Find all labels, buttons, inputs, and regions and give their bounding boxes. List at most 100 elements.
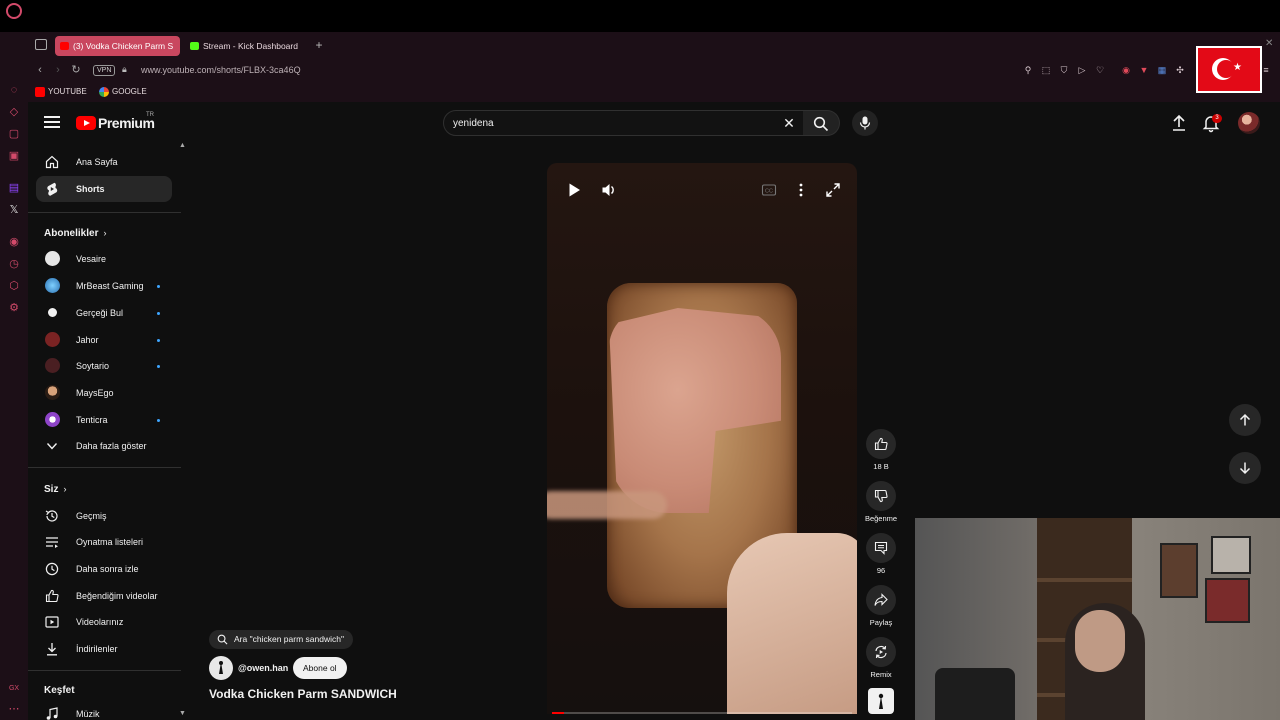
account-avatar[interactable] — [1238, 112, 1260, 134]
history-rail-icon[interactable]: ◷ — [7, 257, 21, 271]
new-content-dot — [157, 365, 160, 368]
play-ext-icon[interactable]: ▷ — [1076, 64, 1088, 76]
scroll-down-icon[interactable]: ▼ — [179, 710, 186, 717]
sidebar-item-label: Videolarınız — [76, 617, 124, 627]
sidebar-item-playlists[interactable]: Oynatma listeleri — [36, 529, 172, 555]
arrow-down-icon — [1239, 462, 1251, 475]
extension-red-icon[interactable]: ◉ — [1120, 64, 1132, 76]
extensions-rail-icon[interactable]: ⬡ — [7, 279, 21, 293]
sidebar-item-label: İndirilenler — [76, 644, 118, 654]
opera-logo-icon[interactable] — [6, 3, 22, 19]
sidebar-channel-maysego[interactable]: MaysEgo — [36, 380, 172, 406]
video-frame-knife-hand — [547, 491, 667, 519]
sidebar-item-downloads[interactable]: İndirilenler — [36, 636, 172, 662]
search-input[interactable] — [453, 116, 773, 131]
search-button[interactable] — [803, 110, 840, 136]
captions-icon[interactable]: CC — [761, 182, 777, 198]
like-button[interactable] — [866, 429, 896, 459]
aria-icon[interactable]: ◌ — [7, 83, 21, 97]
remix-label: Remix — [870, 670, 892, 679]
tab-youtube[interactable]: (3) Vodka Chicken Parm S — [55, 36, 180, 56]
tab-overview-icon[interactable] — [35, 39, 47, 50]
subscriptions-header[interactable]: Abonelikler › — [44, 226, 106, 241]
address-bar: ‹ › ↻ VPN 🔒︎ www.youtube.com/shorts/FLBX… — [28, 58, 1280, 82]
gx-icon[interactable]: GX — [7, 682, 21, 696]
remix-button[interactable] — [866, 637, 896, 667]
dislike-action[interactable]: Beğenme — [865, 481, 897, 524]
star-icon: ★ — [1233, 62, 1242, 73]
extension-pin-icon[interactable]: ▼ — [1138, 64, 1150, 76]
more-options-icon[interactable] — [793, 182, 809, 198]
twitch-icon[interactable]: ▤ — [7, 181, 21, 195]
settings-rail-icon[interactable]: ⚙ — [7, 301, 21, 315]
new-content-dot — [157, 312, 160, 315]
comments-action[interactable]: 96 — [866, 533, 896, 576]
channel-avatar[interactable] — [209, 656, 233, 680]
sidebar-item-watch-later[interactable]: Daha sonra izle — [36, 556, 172, 582]
voice-search-button[interactable] — [852, 110, 878, 136]
share-icon — [874, 593, 888, 606]
sidebar-item-history[interactable]: Geçmiş — [36, 503, 172, 529]
previous-short-button[interactable] — [1229, 404, 1261, 436]
shield-icon[interactable]: ⛉ — [1058, 64, 1070, 76]
show-more-button[interactable]: Daha fazla göster — [36, 433, 172, 459]
search-suggestion-chip[interactable]: Ara "chicken parm sandwich" — [209, 630, 353, 649]
guide-menu-icon[interactable] — [44, 116, 60, 130]
pin-icon[interactable]: ⚲ — [1022, 64, 1034, 76]
sidebar-item-music[interactable]: Müzik — [36, 701, 172, 720]
heart-icon[interactable]: ♡ — [1094, 64, 1106, 76]
sidebar-item-liked-videos[interactable]: Beğendiğim videolar — [36, 583, 172, 609]
like-action[interactable]: 18 B — [866, 429, 896, 472]
comments-button[interactable] — [866, 533, 896, 563]
player-icon[interactable]: ◉ — [7, 235, 21, 249]
translate-icon[interactable]: ▦ — [1156, 64, 1168, 76]
reload-icon[interactable]: ↻ — [68, 62, 84, 78]
close-window-icon[interactable]: ✕ — [1265, 38, 1273, 49]
bookmark-google[interactable]: GOOGLE — [99, 86, 147, 98]
new-tab-icon[interactable]: + — [311, 36, 327, 54]
upload-icon[interactable] — [1169, 113, 1189, 133]
forward-icon[interactable]: › — [50, 62, 66, 78]
chevron-right-icon: › — [103, 228, 107, 238]
remix-action[interactable]: Remix — [866, 637, 896, 680]
url-field[interactable]: www.youtube.com/shorts/FLBX-3ca46Q — [141, 63, 301, 77]
bag-icon[interactable]: ◇ — [7, 105, 21, 119]
share-action[interactable]: Paylaş — [866, 585, 896, 628]
back-icon[interactable]: ‹ — [32, 62, 48, 78]
snapshot-icon[interactable]: ⬚ — [1040, 64, 1052, 76]
scroll-up-icon[interactable]: ▲ — [179, 142, 186, 149]
puzzle-icon[interactable]: ✣ — [1174, 64, 1186, 76]
volume-icon[interactable] — [601, 182, 617, 198]
messenger-icon[interactable]: ▣ — [7, 149, 21, 163]
more-rail-icon[interactable]: ⋯ — [7, 702, 21, 716]
bookmark-youtube[interactable]: YOUTUBE — [35, 86, 87, 98]
channel-handle[interactable]: @owen.han — [238, 662, 288, 674]
vpn-badge[interactable]: VPN — [93, 65, 116, 76]
next-short-button[interactable] — [1229, 452, 1261, 484]
short-video-player[interactable]: CC — [547, 163, 857, 714]
play-icon[interactable] — [566, 182, 582, 198]
sidebar-channel-mrbeast-gaming[interactable]: MrBeast Gaming — [36, 273, 172, 299]
sidebar-channel-jahor[interactable]: Jahor — [36, 327, 172, 353]
dislike-button[interactable] — [866, 481, 896, 511]
you-header[interactable]: Siz › — [44, 482, 66, 497]
sidebar-channel-gercegi-bul[interactable]: Gerçeği Bul — [36, 300, 172, 326]
share-button[interactable] — [866, 585, 896, 615]
tab-kick[interactable]: Stream - Kick Dashboard — [185, 36, 303, 56]
search-box[interactable]: ✕ — [443, 110, 804, 136]
sidebar-item-your-videos[interactable]: Videolarınız — [36, 609, 172, 635]
sidebar-channel-vesaire[interactable]: Vesaire — [36, 246, 172, 272]
sidebar-item-shorts[interactable]: Shorts — [36, 176, 172, 202]
x-icon[interactable]: 𝕏 — [7, 203, 21, 217]
sidebar-item-home[interactable]: Ana Sayfa — [36, 149, 172, 175]
whatsapp-icon[interactable]: ▢ — [7, 127, 21, 141]
video-progress-bar[interactable] — [552, 712, 852, 714]
sidebar-item-label: Ana Sayfa — [76, 157, 118, 167]
sidebar-channel-soytario[interactable]: Soytario — [36, 353, 172, 379]
sidebar-channel-tenticra[interactable]: Tenticra — [36, 407, 172, 433]
subscribe-button[interactable]: Abone ol — [293, 657, 347, 679]
sound-thumbnail[interactable] — [868, 688, 894, 714]
fullscreen-icon[interactable] — [825, 182, 841, 198]
lock-icon[interactable]: 🔒︎ — [122, 64, 131, 76]
clear-search-icon[interactable]: ✕ — [781, 115, 797, 131]
